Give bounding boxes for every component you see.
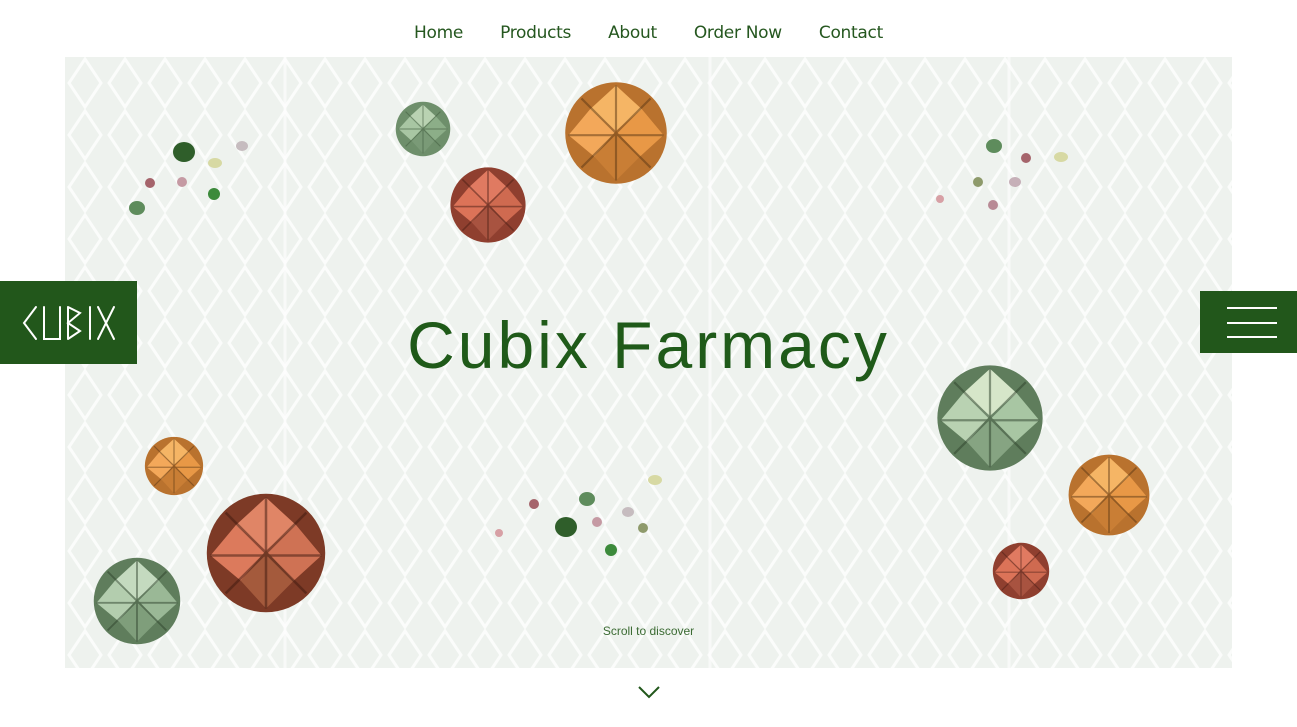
hamburger-menu-icon-bar (1227, 336, 1277, 338)
dot-cluster-top-right (936, 139, 1068, 210)
scroll-hint: Scroll to discover (602, 624, 695, 638)
nav-products-link[interactable]: Products (500, 23, 571, 43)
orange-polyhedron-small (144, 436, 204, 496)
dot-cluster-top-left (129, 141, 248, 215)
logo-button[interactable] (0, 281, 137, 364)
red-polyhedron-right (992, 542, 1050, 600)
red-polyhedron-large (206, 493, 326, 613)
hamburger-menu-icon-bar (1227, 322, 1277, 324)
top-navigation: Home Products About Order Now Contact (0, 0, 1297, 57)
orange-polyhedron-right (1068, 454, 1150, 536)
menu-button[interactable] (1200, 291, 1297, 353)
hamburger-menu-icon (1227, 307, 1277, 309)
chevron-down-icon[interactable] (637, 684, 661, 700)
sage-polyhedron (395, 101, 451, 157)
nav-home-link[interactable]: Home (414, 23, 463, 43)
nav-contact-link[interactable]: Contact (819, 23, 883, 43)
orange-polyhedron (565, 82, 667, 184)
cubix-logo (22, 305, 115, 340)
hero-title: Cubix Farmacy (407, 308, 890, 382)
red-polyhedron (450, 167, 526, 243)
nav-order-now-link[interactable]: Order Now (694, 23, 782, 43)
nav-about-link[interactable]: About (608, 23, 657, 43)
dot-cluster-bottom-center (495, 475, 662, 556)
hero-section: Cubix Farmacy Scroll to discover (65, 57, 1232, 668)
